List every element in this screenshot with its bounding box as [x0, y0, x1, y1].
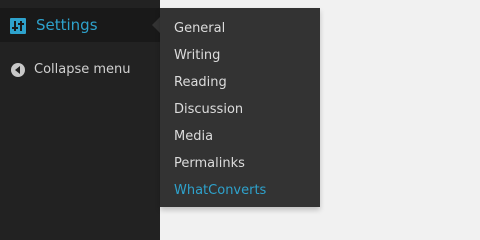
submenu-item-general[interactable]: General [160, 15, 320, 42]
submenu-item-reading[interactable]: Reading [160, 69, 320, 96]
collapse-arrow-icon [10, 62, 26, 78]
submenu-item-media[interactable]: Media [160, 123, 320, 150]
submenu-item-whatconverts[interactable]: WhatConverts [160, 177, 320, 204]
collapse-menu-label: Collapse menu [34, 62, 131, 77]
sidebar-item-label: Settings [36, 16, 98, 34]
admin-sidebar: Settings Collapse menu [0, 0, 160, 240]
collapse-menu-button[interactable]: Collapse menu [0, 58, 160, 82]
settings-sliders-icon [10, 18, 26, 34]
submenu-item-permalinks[interactable]: Permalinks [160, 150, 320, 177]
submenu-item-writing[interactable]: Writing [160, 42, 320, 69]
sidebar-item-settings[interactable]: Settings [0, 8, 160, 42]
submenu-item-discussion[interactable]: Discussion [160, 96, 320, 123]
settings-submenu: General Writing Reading Discussion Media… [160, 8, 320, 207]
submenu-pointer [152, 17, 160, 33]
